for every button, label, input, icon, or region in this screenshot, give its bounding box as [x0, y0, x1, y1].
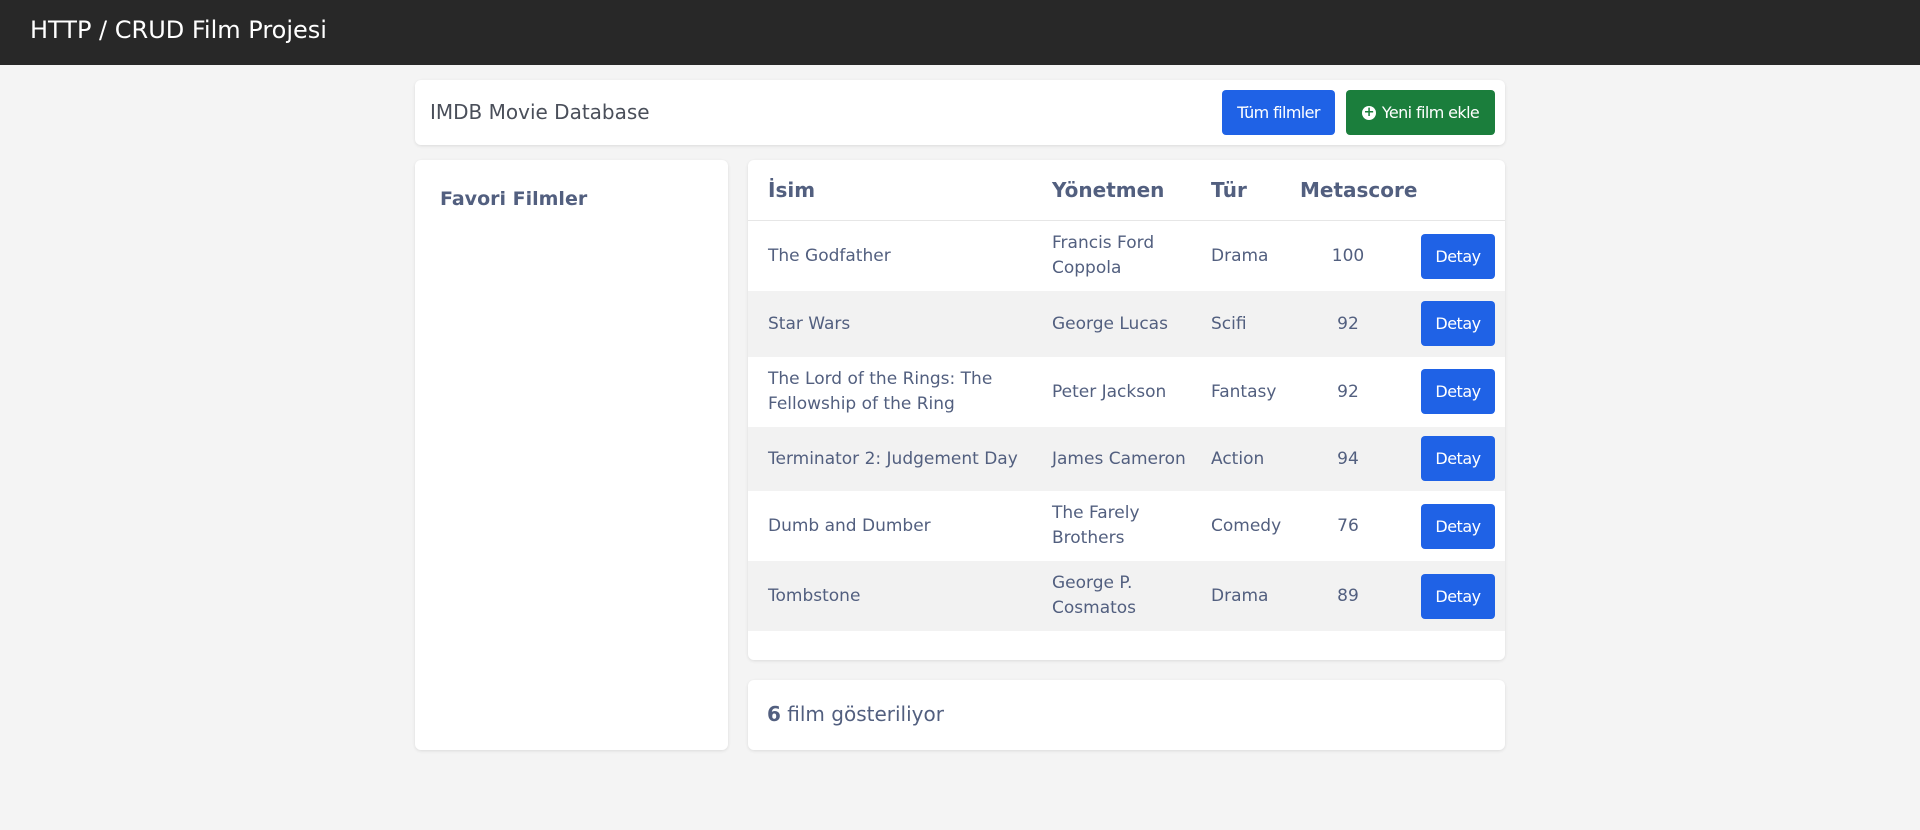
column-header-metascore: Metascore: [1300, 178, 1418, 202]
table-row: Terminator 2: Judgement Day James Camero…: [748, 427, 1505, 491]
movie-director: Peter Jackson: [1052, 381, 1167, 402]
movies-table: İsim Yönetmen Tür Metascore The Godfathe…: [748, 160, 1505, 660]
movie-genre: Action: [1211, 448, 1265, 469]
film-count-number: 6: [767, 702, 781, 726]
app-title[interactable]: HTTP / CRUD Film Projesi: [30, 16, 327, 44]
detail-button[interactable]: Detay: [1421, 504, 1495, 549]
add-film-label: Yeni film ekle: [1381, 103, 1480, 122]
plus-circle-icon: +: [1361, 104, 1376, 120]
top-navbar: HTTP / CRUD Film Projesi: [0, 0, 1920, 65]
detail-button[interactable]: Detay: [1421, 301, 1495, 346]
film-count-suffix: film gösteriliyor: [780, 702, 944, 726]
movie-metascore: 76: [1337, 515, 1359, 536]
movie-name: The Lord of the Rings: The Fellowship of…: [768, 369, 993, 414]
movie-director: George P. Cosmatos: [1052, 573, 1137, 618]
table-row: Tombstone George P. Cosmatos Drama 89 De…: [748, 561, 1505, 631]
add-film-button[interactable]: + Yeni film ekle: [1346, 90, 1495, 135]
favorites-title: Favori Filmler: [440, 188, 588, 210]
detail-button[interactable]: Detay: [1421, 369, 1495, 414]
movie-metascore: 92: [1337, 381, 1359, 402]
table-row: Star Wars George Lucas Scifi 92 Detay: [748, 291, 1505, 357]
movie-metascore: 89: [1337, 585, 1359, 606]
movie-name: Tombstone: [768, 585, 861, 606]
movie-director: George Lucas: [1052, 313, 1168, 334]
column-header-genre: Tür: [1211, 178, 1247, 202]
table-row: The Lord of the Rings: The Fellowship of…: [748, 357, 1505, 427]
detail-button[interactable]: Detay: [1421, 436, 1495, 481]
favorites-sidebar: Favori Filmler: [415, 160, 728, 750]
column-header-director: Yönetmen: [1052, 178, 1165, 202]
movie-genre: Scifi: [1211, 313, 1247, 334]
movie-director: James Cameron: [1052, 448, 1186, 469]
table-header: İsim Yönetmen Tür Metascore: [748, 160, 1505, 221]
movie-director: Francis Ford Coppola: [1052, 233, 1155, 278]
movie-name: Dumb and Dumber: [768, 515, 931, 536]
movie-metascore: 100: [1331, 245, 1365, 266]
movie-name: Terminator 2: Judgement Day: [768, 448, 1018, 469]
all-films-button[interactable]: Tüm filmler: [1222, 90, 1335, 135]
movie-name: The Godfather: [768, 245, 891, 266]
detail-button[interactable]: Detay: [1421, 234, 1495, 279]
film-count-card: 6 film gösteriliyor: [748, 680, 1505, 750]
movie-metascore: 94: [1337, 448, 1359, 469]
header-card: IMDB Movie Database Tüm filmler + Yeni f…: [415, 80, 1505, 145]
movie-genre: Drama: [1211, 245, 1269, 266]
movie-genre: Comedy: [1211, 515, 1282, 536]
detail-button[interactable]: Detay: [1421, 574, 1495, 619]
table-row: Dumb and Dumber The Farely Brothers Come…: [748, 491, 1505, 561]
column-header-name: İsim: [768, 178, 816, 202]
movie-genre: Drama: [1211, 585, 1269, 606]
page-title: IMDB Movie Database: [430, 100, 650, 124]
table-row: The Godfather Francis Ford Coppola Drama…: [748, 221, 1505, 291]
movie-name: Star Wars: [768, 313, 851, 334]
movie-metascore: 92: [1337, 313, 1359, 334]
movie-director: The Farely Brothers: [1052, 503, 1140, 548]
movie-genre: Fantasy: [1211, 381, 1277, 402]
film-count-text: 6 film gösteriliyor: [767, 702, 944, 726]
